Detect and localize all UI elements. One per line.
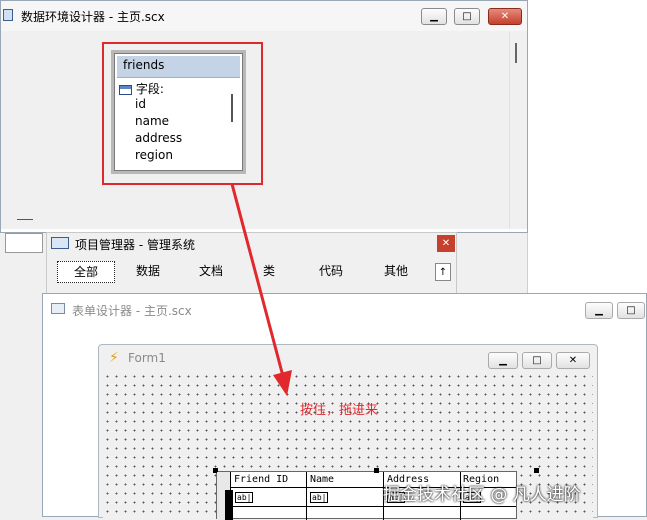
project-manager-title: 项目管理器 - 管理系统 — [75, 238, 195, 252]
column-divider — [306, 472, 307, 520]
collapse-button[interactable]: ↑ — [435, 263, 451, 281]
project-manager-window: 项目管理器 - 管理系统 ✕ 全部 数据 文档 类 代码 其他 ↑ — [46, 232, 457, 294]
tab-documents[interactable]: 文档 — [181, 261, 241, 281]
scrollbar-thumb[interactable] — [515, 43, 517, 63]
tab-data[interactable]: 数据 — [118, 261, 178, 281]
close-button[interactable]: ✕ — [556, 352, 590, 369]
field-item-address[interactable]: address — [135, 131, 182, 145]
form1-title: Form1 — [128, 351, 166, 365]
minimize-button[interactable]: ▁ — [488, 352, 518, 369]
field-item-id[interactable]: id — [135, 97, 146, 111]
table-box-header[interactable]: friends — [117, 56, 240, 78]
column-header-name[interactable]: Name — [310, 474, 334, 485]
window-title: 数据环境设计器 - 主页.scx — [21, 10, 165, 24]
background-list-fragment — [5, 233, 43, 253]
form-icon: ⚡ — [109, 350, 119, 366]
horizontal-scroll-indicator — [17, 219, 33, 220]
table-box-friends[interactable]: friends 字段: id name address region — [111, 50, 246, 174]
drag-annotation: 按住，拖进来 — [300, 403, 379, 418]
fields-list: 字段: id name address region — [119, 80, 234, 170]
grid-selection-handle[interactable] — [534, 468, 539, 473]
close-button[interactable]: ✕ — [437, 235, 455, 252]
close-button[interactable]: ✕ — [488, 8, 522, 25]
vertical-scrollbar[interactable] — [509, 31, 527, 229]
minimize-button[interactable]: ▁ — [421, 8, 447, 25]
maximize-button[interactable]: □ — [617, 302, 645, 319]
fields-icon — [119, 84, 132, 95]
project-manager-title-bar[interactable]: 项目管理器 - 管理系统 ✕ — [47, 233, 456, 255]
textbox-icon: ab| — [235, 492, 254, 503]
watermark: 掘金技术社区 @ 凡人进阶 — [383, 485, 581, 505]
maximize-button[interactable]: □ — [522, 352, 552, 369]
tab-other[interactable]: 其他 — [367, 261, 425, 281]
app-icon — [3, 9, 13, 21]
column-header-friend-id[interactable]: Friend ID — [234, 474, 288, 485]
field-item-name[interactable]: name — [135, 114, 169, 128]
form1-title-bar[interactable]: ⚡ Form1 ▁ □ ✕ — [99, 345, 597, 372]
tab-all[interactable]: 全部 — [57, 261, 115, 283]
grid-current-row-marker — [225, 490, 233, 520]
grid-row-line — [231, 506, 516, 507]
fields-scrollbar-thumb[interactable] — [231, 94, 233, 122]
data-environment-window: 数据环境设计器 - 主页.scx ▁ □ ✕ friends 字段: id na… — [0, 0, 528, 233]
form-designer-icon — [51, 303, 65, 314]
maximize-button[interactable]: □ — [454, 8, 480, 25]
form-designer-title-bar[interactable]: 表单设计器 - 主页.scx ▁ □ — [43, 294, 646, 324]
tab-classes[interactable]: 类 — [244, 261, 294, 281]
project-icon — [51, 237, 69, 249]
tab-code[interactable]: 代码 — [303, 261, 359, 281]
minimize-button[interactable]: ▁ — [585, 302, 613, 319]
form-designer-title: 表单设计器 - 主页.scx — [72, 304, 192, 318]
project-tabs: 全部 数据 文档 类 代码 其他 — [55, 261, 425, 283]
fields-label: 字段: — [135, 82, 164, 96]
textbox-icon: ab| — [310, 492, 329, 503]
field-item-region[interactable]: region — [135, 148, 173, 162]
title-bar[interactable]: 数据环境设计器 - 主页.scx ▁ □ ✕ — [1, 1, 527, 31]
